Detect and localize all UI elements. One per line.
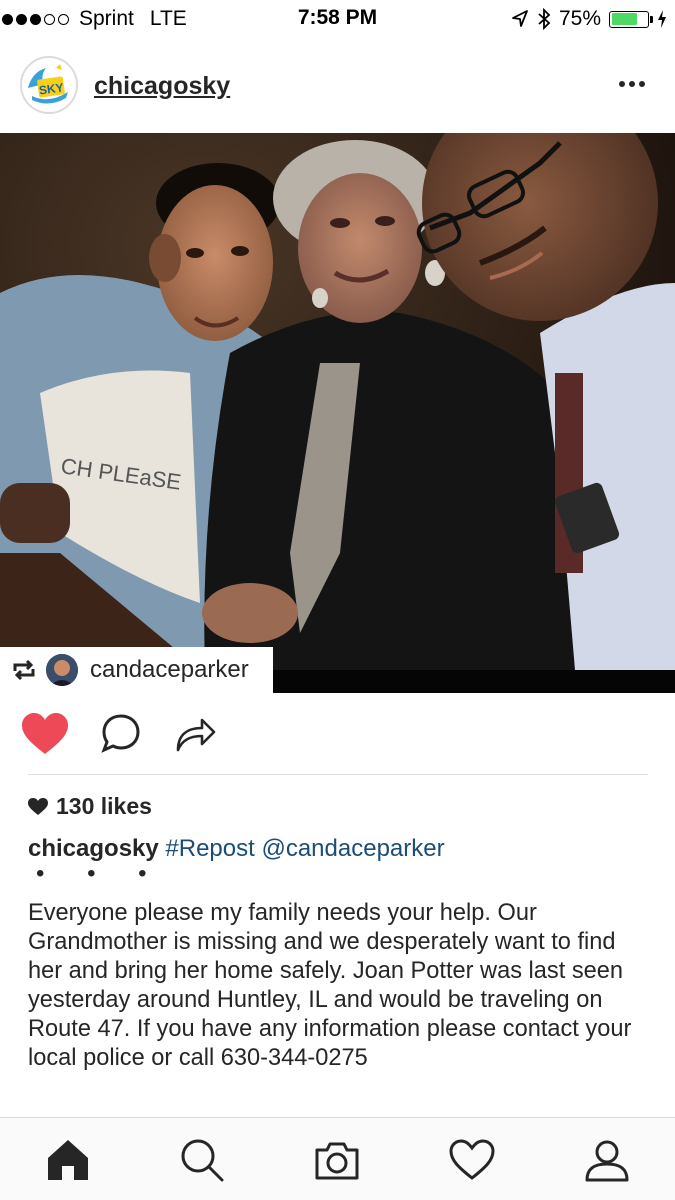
heart-icon[interactable] bbox=[20, 710, 70, 760]
post-actions bbox=[0, 710, 675, 765]
repost-icon bbox=[13, 659, 35, 681]
status-bar-right: 75% bbox=[511, 6, 667, 32]
activity-icon[interactable] bbox=[448, 1136, 496, 1184]
tab-bar bbox=[0, 1117, 675, 1200]
search-icon[interactable] bbox=[178, 1136, 226, 1184]
repost-tag[interactable]: candaceparker bbox=[0, 647, 273, 693]
divider bbox=[28, 774, 648, 775]
share-icon[interactable] bbox=[172, 710, 222, 760]
camera-icon[interactable] bbox=[313, 1136, 361, 1184]
chicago-sky-logo: SKY bbox=[22, 58, 76, 112]
small-heart-icon bbox=[28, 797, 48, 815]
caption-body: Everyone please my family needs your hel… bbox=[28, 900, 632, 1071]
caption-hashtag[interactable]: #Repost bbox=[165, 835, 254, 862]
likes-label: 130 likes bbox=[56, 793, 152, 819]
post-photo[interactable]: CH PLEaSE bbox=[0, 133, 675, 693]
status-bar: Sprint LTE 7:58 PM 75% bbox=[0, 0, 675, 38]
battery-icon bbox=[609, 10, 653, 28]
avatar[interactable]: SKY bbox=[20, 56, 78, 114]
comment-icon[interactable] bbox=[96, 710, 146, 760]
more-icon[interactable] bbox=[619, 74, 649, 94]
caption-separator: • • • bbox=[36, 860, 165, 887]
location-icon bbox=[512, 10, 528, 27]
repost-username[interactable]: candaceparker bbox=[90, 656, 249, 684]
post-header: SKY chicagosky bbox=[0, 50, 675, 122]
likes-count[interactable]: 130 likes bbox=[28, 793, 152, 820]
caption-mention[interactable]: @candaceparker bbox=[261, 835, 444, 862]
charging-icon bbox=[658, 10, 666, 28]
photo-three-people: CH PLEaSE bbox=[0, 133, 675, 693]
battery-level bbox=[611, 13, 637, 25]
home-icon[interactable] bbox=[44, 1136, 92, 1184]
caption-username[interactable]: chicagosky bbox=[28, 835, 159, 862]
battery-percent: 75% bbox=[558, 7, 601, 30]
post-username[interactable]: chicagosky bbox=[94, 72, 230, 101]
caption-header: chicagosky #Repost @candaceparker bbox=[28, 835, 445, 863]
repost-avatar bbox=[46, 654, 78, 686]
bluetooth-icon bbox=[538, 8, 551, 30]
profile-icon[interactable] bbox=[583, 1136, 631, 1184]
